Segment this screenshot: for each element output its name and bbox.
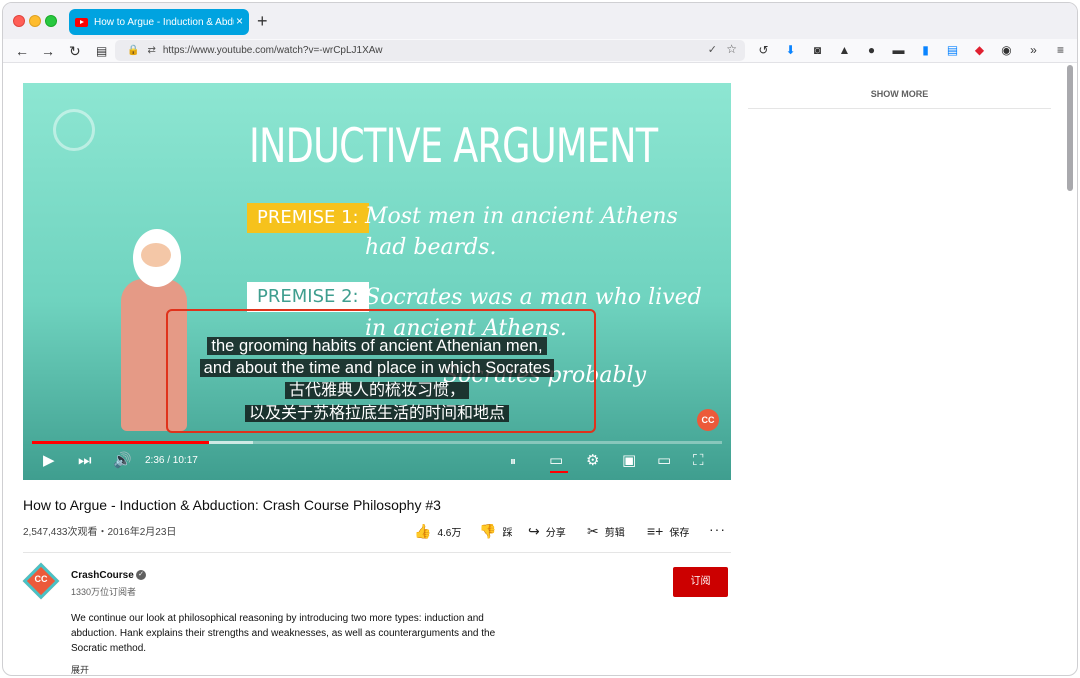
next-icon[interactable]: ⏭ xyxy=(78,451,92,471)
browser-window: How to Argue - Induction & Abdu × + ← → … xyxy=(2,2,1078,676)
autoplay-toggle-icon[interactable]: ⏸ xyxy=(510,451,516,471)
volume-icon[interactable]: 🔊 xyxy=(113,451,132,471)
subscribe-button[interactable]: 订阅 xyxy=(673,567,728,597)
theater-mode-icon[interactable]: ▭ xyxy=(657,451,671,471)
premise-1-label: PREMISE 1: xyxy=(247,203,369,233)
miniplayer-icon[interactable]: ▣ xyxy=(622,451,636,471)
share-arrow-icon: ↪ xyxy=(528,523,540,539)
progress-played xyxy=(32,441,209,444)
overflow-icon[interactable]: » xyxy=(1027,44,1040,57)
pbs-logo xyxy=(53,109,95,151)
tab-strip: How to Argue - Induction & Abdu × + xyxy=(3,3,1077,39)
container-icon[interactable]: ▬ xyxy=(892,44,905,57)
forward-arrow-icon[interactable]: → xyxy=(41,42,55,60)
like-count: 4.6万 xyxy=(437,528,462,539)
clip-label: 剪辑 xyxy=(604,528,625,539)
channel-name[interactable]: CrashCourse xyxy=(71,570,134,581)
lock-icon[interactable]: 🔒 xyxy=(127,45,139,56)
fullscreen-icon[interactable]: ⛶ xyxy=(693,451,704,471)
bitwarden-icon[interactable]: ▮ xyxy=(919,44,932,57)
pocket-icon[interactable]: ◆ xyxy=(973,44,986,57)
save-icon[interactable]: ▤ xyxy=(946,44,959,57)
add-to-playlist-icon: ≡+ xyxy=(647,523,664,539)
video-title: How to Argue - Induction & Abduction: Cr… xyxy=(23,497,441,513)
minimize-window-button[interactable] xyxy=(29,15,41,27)
dislike-label: 踩 xyxy=(502,528,513,539)
dislike-button[interactable]: 👎 踩 xyxy=(479,523,512,540)
download-icon[interactable]: ⬇ xyxy=(784,44,797,57)
reload-icon[interactable]: ↻ xyxy=(69,42,81,60)
premise-2-label: PREMISE 2: xyxy=(247,282,369,312)
expand-description-link[interactable]: 展开 xyxy=(71,663,89,675)
panda-icon[interactable]: ◉ xyxy=(1000,44,1013,57)
pocket-check-icon[interactable]: ✓ xyxy=(708,43,717,56)
caption-highlight-box xyxy=(166,309,596,433)
bookmark-star-icon[interactable]: ☆ xyxy=(726,42,737,56)
scissors-icon: ✂ xyxy=(587,523,599,539)
verified-badge-icon: ✓ xyxy=(136,570,146,580)
rocket-icon[interactable]: ▲ xyxy=(838,44,851,57)
permissions-icon[interactable]: ⇄ xyxy=(147,45,155,56)
avatar-text: CC xyxy=(34,574,48,584)
tab-title: How to Argue - Induction & Abdu xyxy=(94,16,234,28)
zoom-window-button[interactable] xyxy=(45,15,57,27)
settings-icon[interactable]: ⚙ xyxy=(586,451,599,471)
sync-icon[interactable]: ↺ xyxy=(757,44,770,57)
divider xyxy=(23,552,731,553)
view-count: 2,547,433次观看・2016年2月23日 xyxy=(23,527,177,538)
thumbs-down-icon: 👎 xyxy=(479,523,497,539)
progress-bar[interactable] xyxy=(32,441,722,444)
premise-1-text: Most men in ancient Athens had beards. xyxy=(365,204,678,260)
navigation-bar: ← → ↻ ▤ 🔒 ⇄ https://www.youtube.com/watc… xyxy=(3,39,1077,63)
share-button[interactable]: ↪ 分享 xyxy=(528,523,566,540)
share-label: 分享 xyxy=(545,528,566,539)
thumbs-up-icon: 👍 xyxy=(414,523,432,539)
youtube-favicon-icon xyxy=(75,17,88,27)
tab-close-icon[interactable]: × xyxy=(236,14,243,28)
more-actions-icon[interactable]: ··· xyxy=(709,521,726,537)
slide-title: INDUCTIVE ARGUMENT xyxy=(249,119,658,174)
page-scrollbar[interactable] xyxy=(1067,65,1073,191)
close-window-button[interactable] xyxy=(13,15,25,27)
clip-button[interactable]: ✂ 剪辑 xyxy=(587,523,625,540)
like-button[interactable]: 👍 4.6万 xyxy=(414,523,461,540)
time-display: 2:36 / 10:17 xyxy=(145,455,198,466)
screenshot-icon[interactable]: ◙ xyxy=(811,44,824,57)
subtitles-active-indicator xyxy=(550,471,568,473)
subtitles-icon[interactable]: ▭ xyxy=(549,451,563,471)
tab-youtube[interactable]: How to Argue - Induction & Abdu × xyxy=(69,9,249,35)
circle-icon[interactable]: ● xyxy=(865,44,878,57)
show-more-button[interactable]: SHOW MORE xyxy=(748,89,1051,99)
back-arrow-icon[interactable]: ← xyxy=(15,42,29,60)
url-text[interactable]: https://www.youtube.com/watch?v=-wrCpLJ1… xyxy=(163,45,383,56)
video-description: We continue our look at philosophical re… xyxy=(71,613,496,654)
address-bar[interactable]: 🔒 ⇄ https://www.youtube.com/watch?v=-wrC… xyxy=(115,40,745,61)
socrates-figure-face xyxy=(141,243,171,267)
save-label: 保存 xyxy=(669,527,690,539)
video-player[interactable]: INDUCTIVE ARGUMENT PREMISE 1: Most men i… xyxy=(23,83,731,480)
play-icon[interactable]: ▶ xyxy=(43,451,55,471)
subscriber-count: 1330万位订阅者 xyxy=(71,587,137,597)
sidebar-divider xyxy=(748,108,1051,109)
sidebar-toggle-icon[interactable]: ▤ xyxy=(96,42,107,60)
save-button[interactable]: ≡+ 保存 xyxy=(647,523,689,539)
menu-icon[interactable]: ≡ xyxy=(1054,44,1067,57)
new-tab-button[interactable]: + xyxy=(257,11,268,31)
